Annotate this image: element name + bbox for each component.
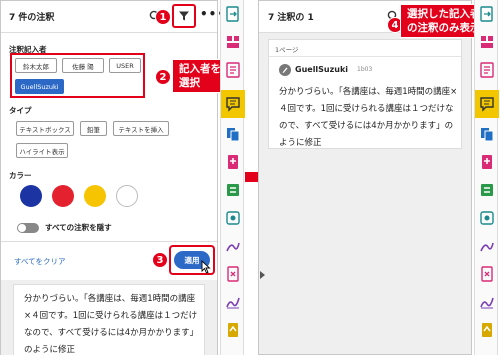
more-tools-icon[interactable] — [225, 322, 241, 338]
fill-sign-icon[interactable] — [479, 238, 495, 254]
comment-card[interactable]: 1ページ GuellSuzuki 1b03 分かりづらい。「各講座は、毎週1時間… — [268, 39, 462, 149]
page-label: 1ページ — [275, 46, 299, 54]
filter-button[interactable] — [172, 4, 196, 28]
clear-all-link[interactable]: すべてをクリア — [14, 256, 66, 267]
filtered-comments-panel: 7 注釈の 1 4 選択した記入者 の注釈のみ表示 1ページ GuellSuzu… — [258, 0, 488, 355]
color-swatch-red[interactable] — [52, 185, 74, 207]
comment-card[interactable]: 分かりづらい。「各講座は、毎週1時間の講座×４回です。1回に受けられる講座は１つ… — [13, 284, 205, 355]
type-section-label: タイプ — [9, 106, 32, 115]
protect-icon[interactable] — [479, 266, 495, 282]
comment-count-title: 7 件の注釈 — [9, 13, 55, 23]
author-chip-2[interactable]: 佐藤 陽 — [62, 58, 104, 73]
create-pdf-icon[interactable] — [225, 154, 241, 170]
type-chip-highlight[interactable]: ハイライト表示 — [16, 143, 68, 158]
author-name: GuellSuzuki — [295, 65, 349, 74]
color-section-label: カラー — [9, 171, 32, 180]
comment-time: 1b03 — [357, 66, 373, 73]
divider — [269, 56, 461, 57]
protect-icon[interactable] — [225, 266, 241, 282]
panel-footer: すべてをクリア 3 適用 — [1, 241, 217, 279]
export-pdf-icon[interactable] — [479, 6, 495, 22]
tool-strip-right — [474, 0, 499, 355]
color-swatch-blue[interactable] — [20, 185, 42, 207]
comment-index-title: 7 注釈の 1 — [268, 13, 314, 23]
step-badge-2: 2 — [155, 69, 171, 85]
combine-files-icon[interactable] — [225, 126, 241, 142]
apply-highlight-frame: 適用 — [169, 245, 215, 275]
tool-strip-left — [220, 0, 245, 355]
type-chip-insert-text[interactable]: テキストを挿入 — [113, 121, 169, 136]
comment-text: 分かりづらい。「各講座は、毎週1時間の講座×４回です。1回に受けられる講座は１つ… — [279, 87, 458, 148]
export-pdf-icon[interactable] — [225, 6, 241, 22]
comment-icon[interactable] — [479, 96, 495, 112]
combine-files-icon[interactable] — [479, 126, 495, 142]
color-swatch-white[interactable] — [116, 185, 138, 207]
scan-icon[interactable] — [225, 210, 241, 226]
request-signature-icon[interactable] — [225, 294, 241, 310]
background-comment-area: 分かりづらい。「各講座は、毎週1時間の講座×４回です。1回に受けられる講座は１つ… — [1, 280, 217, 355]
cursor-icon — [201, 260, 211, 274]
type-chip-textbox[interactable]: テキストボックス — [16, 121, 74, 136]
comment-icon[interactable] — [225, 96, 241, 112]
hide-all-label: すべての注釈を隠す — [45, 223, 112, 232]
step-badge-1: 1 — [155, 9, 171, 25]
type-chip-pencil[interactable]: 鉛筆 — [80, 121, 107, 136]
hide-all-toggle[interactable] — [17, 223, 39, 233]
step-badge-3: 3 — [152, 252, 168, 268]
author-chip-4-selected[interactable]: GuellSuzuki — [15, 79, 64, 94]
request-signature-icon[interactable] — [479, 294, 495, 310]
edit-pdf-icon[interactable] — [479, 62, 495, 78]
filter-panel: 7 件の注釈 1 ••• 注釈記入者 鈴木太郎 佐藤 陽 USER GuellS… — [0, 0, 228, 355]
edit-pdf-icon[interactable] — [225, 62, 241, 78]
create-pdf-icon[interactable] — [479, 154, 495, 170]
compress-icon[interactable] — [225, 182, 241, 198]
fill-sign-icon[interactable] — [225, 238, 241, 254]
panel-header: 7 件の注釈 1 ••• — [1, 1, 225, 33]
filter-icon — [179, 11, 189, 21]
author-chip-1[interactable]: 鈴木太郎 — [15, 58, 57, 73]
scan-icon[interactable] — [479, 210, 495, 226]
color-swatch-yellow[interactable] — [84, 185, 106, 207]
more-tools-icon[interactable] — [479, 322, 495, 338]
organize-pages-icon[interactable] — [225, 34, 241, 50]
comment-text: 分かりづらい。「各講座は、毎週1時間の講座×４回です。1回に受けられる講座は１つ… — [24, 294, 199, 355]
organize-pages-icon[interactable] — [479, 34, 495, 50]
pen-icon — [279, 64, 291, 76]
collapse-handle-icon[interactable] — [260, 271, 265, 279]
compress-icon[interactable] — [479, 182, 495, 198]
author-chip-3[interactable]: USER — [109, 58, 141, 73]
